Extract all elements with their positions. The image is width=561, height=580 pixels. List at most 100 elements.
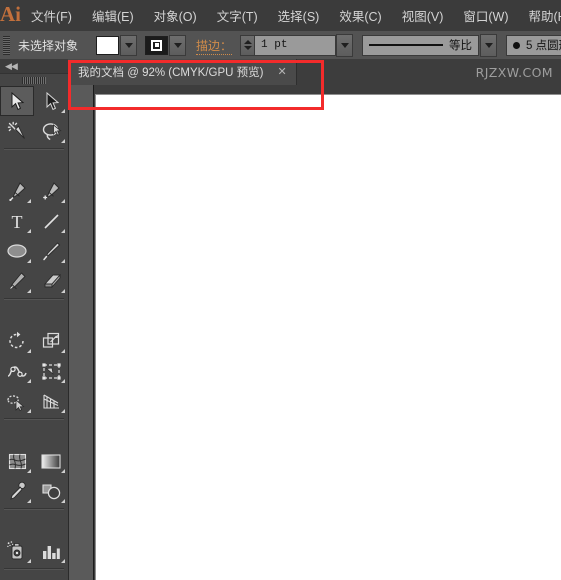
scale-tool[interactable] <box>34 326 68 356</box>
tool-divider <box>4 298 64 300</box>
perspective-grid-tool[interactable] <box>34 386 68 416</box>
control-bar: 未选择对象 描边： 1 pt 等比 5 点圆 <box>0 31 561 60</box>
tool-group-indicator-icon <box>61 349 65 353</box>
direct-selection-tool[interactable] <box>34 86 68 116</box>
add-anchor-point-tool[interactable] <box>34 176 68 206</box>
tools-panel-header[interactable]: ◀◀ <box>0 59 68 74</box>
tool-group-indicator-icon <box>27 199 31 203</box>
document-tab-label: 我的文档 @ 92% (CMYK/GPU 预览) <box>78 67 264 79</box>
tool-group-indicator-icon <box>27 289 31 293</box>
rotate-tool[interactable] <box>0 326 34 356</box>
menu-type[interactable]: 文字(T) <box>207 0 268 31</box>
artboard-canvas[interactable] <box>95 94 561 580</box>
stroke-weight-input[interactable]: 1 pt <box>255 34 337 56</box>
pen-tool[interactable] <box>0 176 34 206</box>
menu-edit[interactable]: 编辑(E) <box>82 0 144 31</box>
stroke-weight-label[interactable]: 描边： <box>196 37 233 55</box>
tool-group-indicator-icon <box>61 259 65 263</box>
collapse-panel-icon[interactable]: ◀◀ <box>5 61 18 71</box>
app-logo-icon: Ai <box>0 2 21 26</box>
menu-object[interactable]: 对象(O) <box>144 0 207 31</box>
control-bar-grip[interactable] <box>0 31 12 59</box>
eraser-tool[interactable] <box>34 266 68 296</box>
tool-group-indicator-icon <box>61 139 65 143</box>
tool-group-indicator-icon <box>27 469 31 473</box>
width-profile-dropdown[interactable] <box>480 33 498 57</box>
tool-divider <box>4 508 64 510</box>
chevron-down-icon <box>484 42 493 48</box>
tool-group-indicator-icon <box>27 229 31 233</box>
lasso-tool[interactable] <box>34 116 68 146</box>
tool-group-indicator-icon <box>61 199 65 203</box>
menu-window[interactable]: 窗口(W) <box>453 0 518 31</box>
selection-status-label: 未选择对象 <box>18 38 79 53</box>
menu-file[interactable]: 文件(F) <box>21 0 82 31</box>
fill-color-swatch[interactable] <box>96 35 120 55</box>
width-profile-label: 等比 <box>449 40 473 52</box>
close-icon[interactable]: ✕ <box>275 66 288 79</box>
stroke-swatch-dropdown[interactable] <box>169 34 187 56</box>
chevron-down-icon <box>340 42 349 48</box>
stroke-profile-preview-icon <box>369 44 444 46</box>
tool-group-indicator-icon <box>61 409 65 413</box>
tool-grid: T <box>0 86 68 580</box>
tool-group-indicator-icon <box>27 379 31 383</box>
paintbrush-tool[interactable] <box>34 236 68 266</box>
type-tool[interactable]: T <box>0 206 34 236</box>
line-segment-tool[interactable] <box>34 206 68 236</box>
symbol-sprayer-tool[interactable] <box>0 536 34 566</box>
stroke-square-icon <box>151 39 163 51</box>
pencil-tool[interactable] <box>0 266 34 296</box>
stepper-down-icon[interactable] <box>243 46 252 50</box>
brush-preview-icon <box>513 41 521 49</box>
tool-group-indicator-icon <box>61 499 65 503</box>
tool-group-indicator-icon <box>61 379 65 383</box>
width-profile-select[interactable]: 等比 <box>362 34 480 56</box>
ellipse-tool[interactable] <box>0 236 34 266</box>
tool-group-indicator-icon <box>61 109 65 113</box>
shape-builder-tool[interactable] <box>0 386 34 416</box>
column-graph-tool[interactable] <box>34 536 68 566</box>
menu-items: 文件(F) 编辑(E) 对象(O) 文字(T) 选择(S) 效果(C) 视图(V… <box>21 0 561 31</box>
tools-panel-grip[interactable] <box>0 74 68 86</box>
tool-group-indicator-icon <box>61 469 65 473</box>
document-tab-bar: 我的文档 @ 92% (CMYK/GPU 预览) ✕ RJZXW.COM <box>68 59 561 86</box>
menu-view[interactable]: 视图(V) <box>392 0 454 31</box>
eyedropper-tool[interactable] <box>0 476 34 506</box>
blend-tool[interactable] <box>34 476 68 506</box>
tool-group-indicator-icon <box>61 229 65 233</box>
document-area <box>68 85 561 580</box>
tool-divider <box>4 568 64 570</box>
tool-divider <box>4 148 64 150</box>
stroke-color-swatch[interactable] <box>145 35 169 55</box>
tab-bar-spacer <box>297 59 476 85</box>
stroke-weight-stepper[interactable] <box>240 34 256 56</box>
tool-divider <box>4 418 64 420</box>
document-tab[interactable]: 我的文档 @ 92% (CMYK/GPU 预览) ✕ <box>68 59 297 85</box>
stepper-up-icon[interactable] <box>243 40 252 44</box>
left-scroll-strip[interactable] <box>68 85 94 580</box>
tool-group-indicator-icon <box>27 499 31 503</box>
magic-wand-tool[interactable] <box>0 116 34 146</box>
menu-help[interactable]: 帮助(H) <box>519 0 561 31</box>
selection-tool[interactable] <box>0 86 34 116</box>
menu-select[interactable]: 选择(S) <box>268 0 330 31</box>
tool-group-indicator-icon <box>27 349 31 353</box>
tool-group-indicator-icon <box>27 259 31 263</box>
watermark-text: RJZXW.COM <box>475 64 553 80</box>
menu-bar: Ai 文件(F) 编辑(E) 对象(O) 文字(T) 选择(S) 效果(C) 视… <box>0 0 561 32</box>
brush-definition-select[interactable]: 5 点圆形 <box>506 34 561 56</box>
brush-definition-label: 5 点圆形 <box>526 40 561 52</box>
menu-effect[interactable]: 效果(C) <box>329 0 391 31</box>
fill-swatch-dropdown[interactable] <box>120 34 138 56</box>
tool-group-indicator-icon <box>61 289 65 293</box>
width-tool[interactable] <box>0 356 34 386</box>
free-transform-tool[interactable] <box>34 356 68 386</box>
stroke-weight-dropdown[interactable] <box>336 33 354 57</box>
illustrator-window: Ai 文件(F) 编辑(E) 对象(O) 文字(T) 选择(S) 效果(C) 视… <box>0 0 561 580</box>
gradient-tool[interactable] <box>34 446 68 476</box>
chevron-down-icon <box>124 42 133 48</box>
tool-group-indicator-icon <box>27 409 31 413</box>
tool-group-indicator-icon <box>27 559 31 563</box>
mesh-tool[interactable] <box>0 446 34 476</box>
